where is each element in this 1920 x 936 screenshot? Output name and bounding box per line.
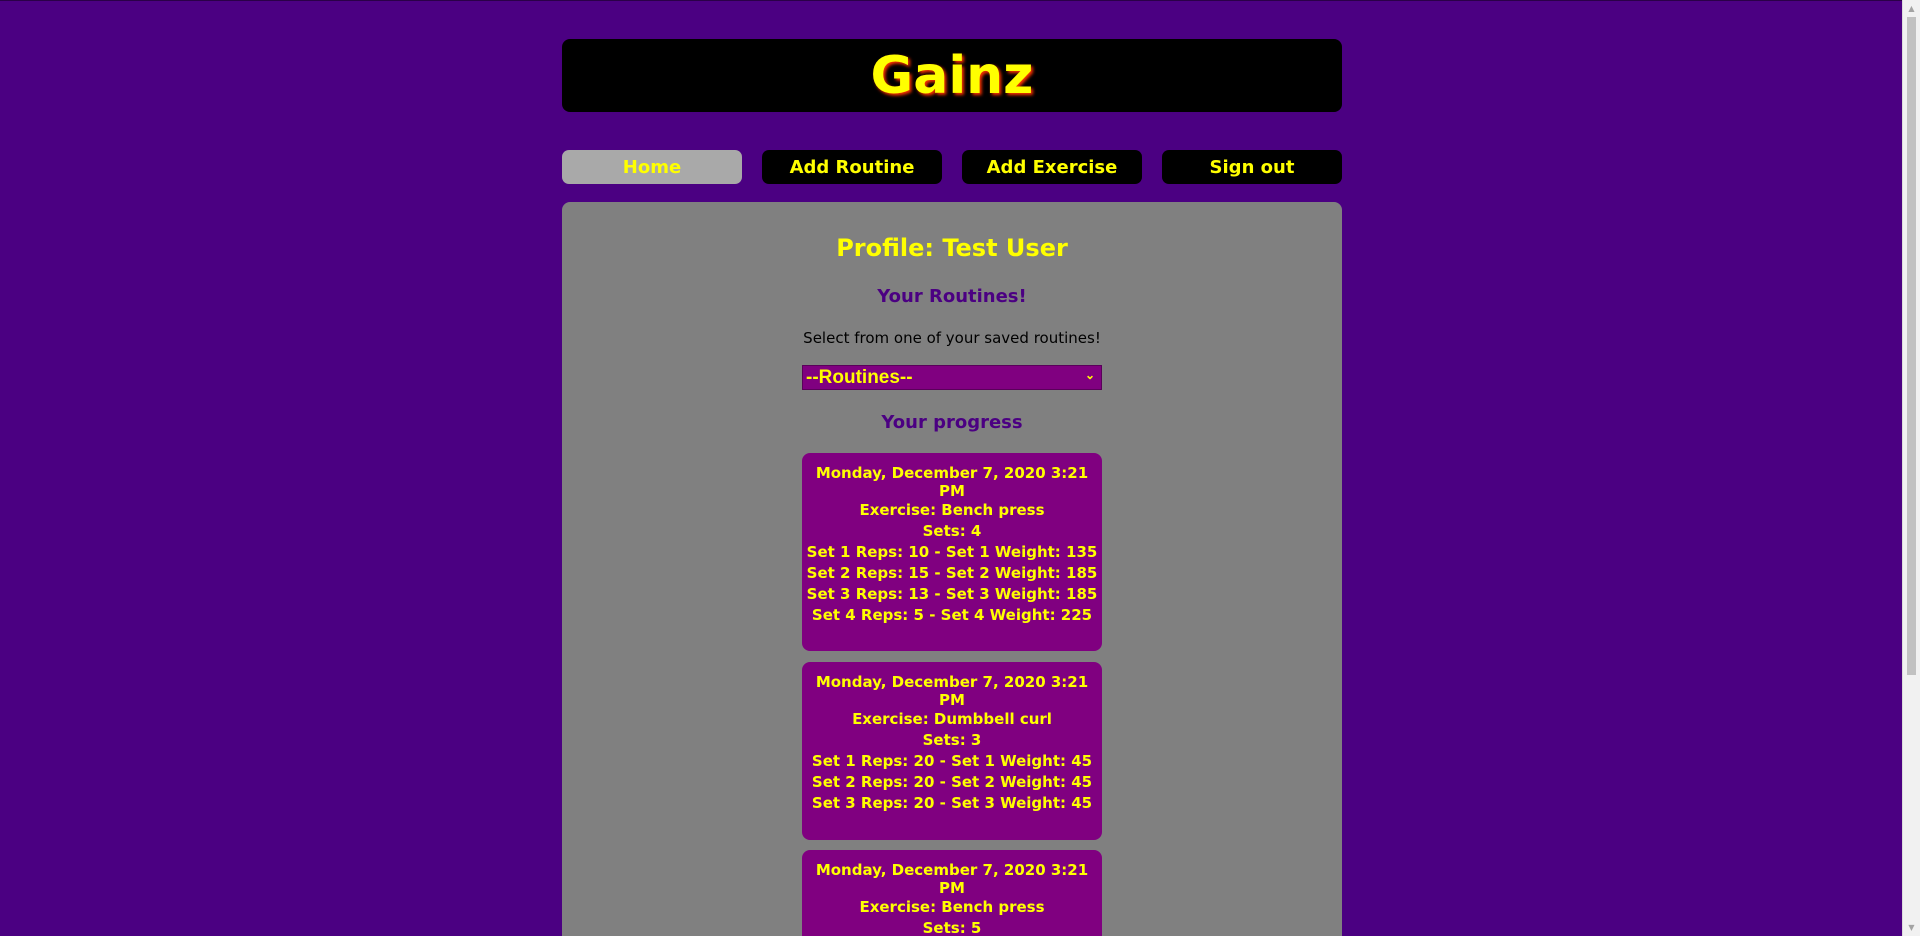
progress-card-line: Exercise: Bench press (859, 501, 1045, 519)
main-panel: Profile: Test User Your Routines! Select… (562, 202, 1342, 936)
site-header: Gainz (562, 39, 1342, 112)
nav-home-button[interactable]: Home (562, 150, 742, 184)
progress-card-line: Exercise: Dumbbell curl (852, 710, 1052, 728)
top-border (0, 0, 1902, 1)
chevron-down-icon: ⌄ (1084, 368, 1095, 382)
app-title: Gainz (870, 45, 1034, 106)
progress-card-line: Exercise: Bench press (859, 898, 1045, 916)
progress-card-line: Sets: 4 (922, 522, 982, 540)
progress-card: Monday, December 7, 2020 3:21 PM Exercis… (802, 850, 1102, 936)
progress-card-date: Monday, December 7, 2020 3:21 PM (815, 673, 1089, 709)
scroll-down-icon[interactable]: ▼ (1903, 919, 1920, 936)
progress-card: Monday, December 7, 2020 3:21 PM Exercis… (802, 662, 1102, 840)
progress-card: Monday, December 7, 2020 3:21 PM Exercis… (802, 453, 1102, 651)
progress-card-line: Set 1 Reps: 20 - Set 1 Weight: 45 (811, 752, 1093, 770)
routines-heading: Your Routines! (877, 286, 1027, 307)
nav-bar: Home Add Routine Add Exercise Sign out (562, 150, 1342, 184)
progress-card-line: Sets: 5 (922, 919, 982, 936)
nav-sign-out-button[interactable]: Sign out (1162, 150, 1342, 184)
nav-add-exercise-button[interactable]: Add Exercise (962, 150, 1142, 184)
progress-card-line: Set 1 Reps: 10 - Set 1 Weight: 135 (806, 543, 1098, 561)
scroll-up-icon[interactable]: ▲ (1903, 0, 1920, 17)
routine-select-prompt: Select from one of your saved routines! (803, 329, 1101, 347)
progress-card-line: Set 3 Reps: 20 - Set 3 Weight: 45 (811, 794, 1093, 812)
progress-card-date: Monday, December 7, 2020 3:21 PM (815, 861, 1089, 897)
progress-card-line: Set 2 Reps: 20 - Set 2 Weight: 45 (811, 773, 1093, 791)
progress-card-line: Set 3 Reps: 13 - Set 3 Weight: 185 (806, 585, 1098, 603)
progress-card-line: Sets: 3 (922, 731, 982, 749)
scrollbar-thumb[interactable] (1907, 17, 1916, 675)
nav-add-routine-button[interactable]: Add Routine (762, 150, 942, 184)
profile-title: Profile: Test User (836, 234, 1068, 262)
routine-select-value: --Routines-- (806, 366, 913, 388)
progress-card-line: Set 2 Reps: 15 - Set 2 Weight: 185 (806, 564, 1098, 582)
routine-select[interactable]: --Routines-- ⌄ (802, 365, 1102, 390)
page-scrollbar[interactable]: ▲ ▼ (1902, 0, 1920, 936)
progress-card-date: Monday, December 7, 2020 3:21 PM (815, 464, 1089, 500)
progress-heading: Your progress (881, 412, 1023, 433)
progress-card-line: Set 4 Reps: 5 - Set 4 Weight: 225 (811, 606, 1093, 624)
